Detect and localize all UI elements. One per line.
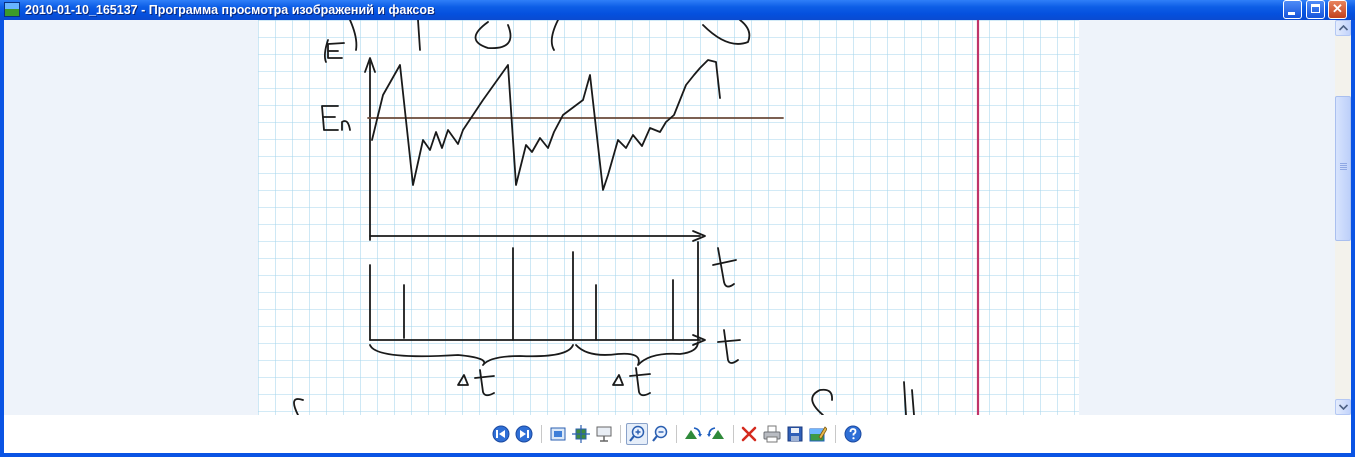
toolbar-separator	[541, 425, 542, 443]
slideshow-button[interactable]	[595, 425, 613, 443]
chevron-down-icon	[1339, 404, 1348, 410]
close-button[interactable]: ✕	[1328, 0, 1347, 19]
zoom-out-button[interactable]	[651, 425, 669, 443]
help-icon	[844, 425, 862, 443]
image-viewer-app-icon[interactable]	[4, 2, 20, 17]
print-icon	[763, 425, 781, 443]
maximize-icon	[1311, 4, 1320, 13]
scroll-thumb[interactable]	[1335, 96, 1351, 241]
next-image-button[interactable]	[515, 425, 533, 443]
scanned-image[interactable]	[258, 20, 1079, 415]
zoom-in-button[interactable]	[626, 423, 648, 445]
window-title-bar[interactable]: 2010-01-10_165137 - Программа просмотра …	[0, 0, 1355, 20]
minimize-icon	[1288, 12, 1295, 15]
help-button[interactable]	[844, 425, 862, 443]
toolbar-separator	[620, 425, 621, 443]
previous-image-button[interactable]	[492, 425, 510, 443]
scroll-up-button[interactable]	[1335, 20, 1351, 36]
save-button[interactable]	[786, 425, 804, 443]
toolbar-separator	[733, 425, 734, 443]
delete-button[interactable]	[740, 425, 758, 443]
minimize-button[interactable]	[1283, 0, 1302, 19]
rotate-counterclockwise-icon	[707, 427, 724, 439]
open-for-editing-icon	[809, 426, 827, 442]
toolbar-separator	[835, 425, 836, 443]
best-fit-button[interactable]	[549, 425, 567, 443]
rotate-clockwise-icon	[685, 427, 702, 439]
close-icon: ✕	[1332, 1, 1343, 16]
open-for-editing-button[interactable]	[809, 425, 827, 443]
toolbar-separator	[676, 425, 677, 443]
save-icon	[787, 426, 803, 442]
maximize-button[interactable]	[1306, 0, 1325, 19]
handwritten-graph-image	[258, 20, 1079, 415]
image-viewport[interactable]	[4, 20, 1335, 415]
actual-size-button[interactable]	[572, 425, 590, 443]
vertical-scrollbar[interactable]	[1335, 20, 1351, 415]
next-image-icon	[515, 425, 533, 443]
best-fit-icon	[550, 427, 566, 441]
slideshow-icon	[596, 426, 612, 442]
viewer-toolbar	[4, 415, 1351, 453]
rotate-counterclockwise-button[interactable]	[707, 425, 725, 443]
viewer-client-area	[4, 20, 1351, 453]
print-button[interactable]	[763, 425, 781, 443]
chevron-up-icon	[1339, 25, 1348, 31]
window-title: 2010-01-10_165137 - Программа просмотра …	[25, 3, 435, 17]
scroll-down-button[interactable]	[1335, 399, 1351, 415]
actual-size-icon	[572, 425, 590, 443]
zoom-in-icon	[629, 425, 645, 442]
rotate-clockwise-button[interactable]	[684, 425, 702, 443]
delete-icon	[741, 426, 757, 442]
zoom-out-icon	[652, 425, 668, 442]
previous-image-icon	[492, 425, 510, 443]
